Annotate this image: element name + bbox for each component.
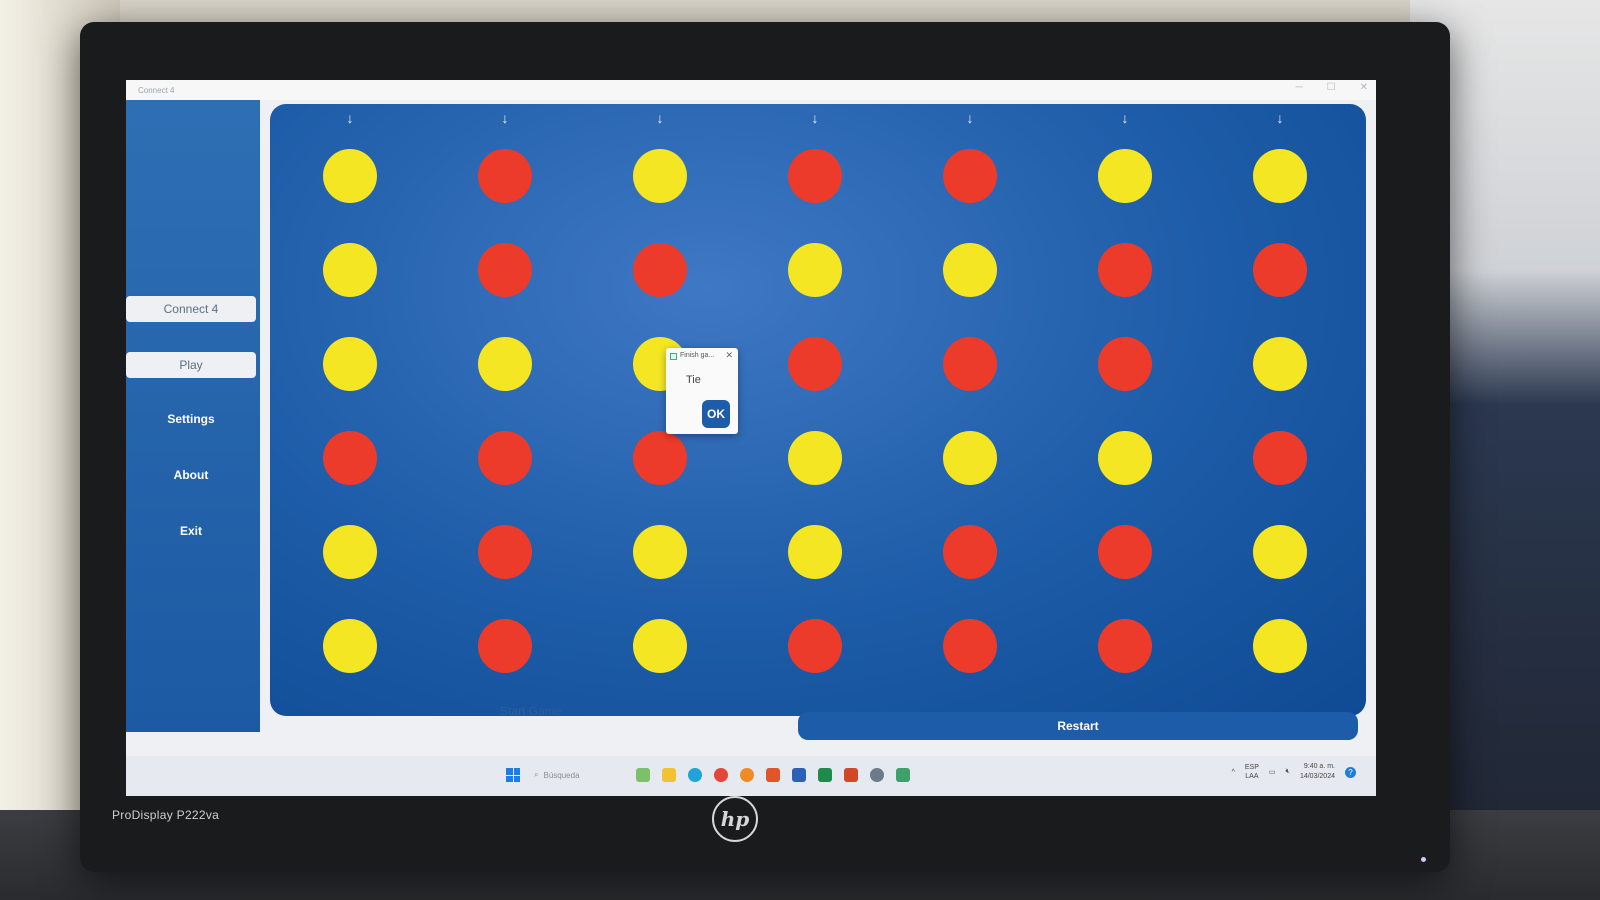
yellow-disc (323, 619, 377, 673)
red-disc (788, 619, 842, 673)
yellow-disc (788, 431, 842, 485)
windows-start-icon[interactable] (506, 768, 520, 782)
monitor-model-label: ProDisplay P222va (112, 808, 220, 822)
red-disc (1253, 243, 1307, 297)
yellow-disc (633, 149, 687, 203)
monitor: Connect 4 ─ ☐ ✕ Connect 4 Play Settings … (80, 22, 1450, 872)
window-title: Connect 4 (138, 85, 175, 95)
column-drop-arrow[interactable]: ↓ (347, 110, 354, 126)
powerpoint-icon[interactable] (844, 768, 858, 782)
window-titlebar: Connect 4 ─ ☐ ✕ (126, 80, 1376, 100)
column-drop-arrow[interactable]: ↓ (502, 110, 509, 126)
sidebar: Connect 4 Play Settings About Exit (126, 100, 260, 732)
sidebar-item-exit[interactable]: Exit (126, 518, 256, 544)
red-disc (323, 431, 377, 485)
red-disc (478, 525, 532, 579)
yellow-disc (1253, 337, 1307, 391)
yellow-disc (323, 525, 377, 579)
yellow-disc (788, 243, 842, 297)
network-icon[interactable]: ▭ (1269, 768, 1276, 776)
file-explorer-icon[interactable] (662, 768, 676, 782)
red-disc (633, 431, 687, 485)
red-disc (1098, 243, 1152, 297)
volume-muted-icon[interactable]: 🔇︎ (1286, 768, 1290, 776)
red-disc (1098, 619, 1152, 673)
restart-button[interactable]: Restart (798, 712, 1358, 740)
yellow-disc (478, 337, 532, 391)
red-disc (943, 337, 997, 391)
yellow-disc (1098, 149, 1152, 203)
widgets-icon[interactable] (636, 768, 650, 782)
red-disc (943, 149, 997, 203)
sidebar-item-about[interactable]: About (126, 462, 256, 488)
sidebar-item-settings[interactable]: Settings (126, 406, 256, 432)
clock[interactable]: 9:40 a. m. 14/03/2024 (1300, 762, 1335, 782)
red-disc (478, 149, 532, 203)
red-disc (1098, 525, 1152, 579)
chevron-up-icon[interactable]: ^ (1232, 769, 1235, 776)
settings-gear-icon[interactable] (870, 768, 884, 782)
finish-game-dialog: Finish ga... ✕ Tie OK (666, 348, 738, 434)
yellow-disc (943, 431, 997, 485)
red-disc (478, 619, 532, 673)
yellow-disc (788, 525, 842, 579)
edge-icon[interactable] (688, 768, 702, 782)
close-icon[interactable]: ✕ (1360, 82, 1368, 93)
system-tray: ^ ESP LAA ▭ 🔇︎ 9:40 a. m. 14/03/2024 ? (1232, 762, 1356, 782)
yellow-disc (1098, 431, 1152, 485)
search-icon: ⌕ (534, 770, 539, 779)
help-icon[interactable]: ? (1345, 766, 1356, 778)
word-icon[interactable] (792, 768, 806, 782)
column-drop-arrow[interactable]: ↓ (1122, 110, 1129, 126)
yellow-disc (1253, 149, 1307, 203)
excel-icon[interactable] (818, 768, 832, 782)
firefox-icon[interactable] (740, 768, 754, 782)
taskbar-search[interactable]: ⌕ Búsqueda (534, 766, 630, 784)
yellow-disc (943, 243, 997, 297)
chrome-icon[interactable] (714, 768, 728, 782)
maximize-icon[interactable]: ☐ (1327, 82, 1336, 93)
language-indicator[interactable]: ESP LAA (1245, 763, 1259, 781)
dialog-close-icon[interactable]: ✕ (725, 350, 733, 361)
search-placeholder: Búsqueda (543, 770, 580, 780)
app-icon (670, 353, 677, 360)
sidebar-item-play[interactable]: Play (126, 352, 256, 378)
yellow-disc (323, 337, 377, 391)
red-disc (478, 431, 532, 485)
red-disc (943, 525, 997, 579)
red-disc (478, 243, 532, 297)
game-board: ↓ ↓ ↓ ↓ ↓ ↓ ↓ (270, 104, 1366, 716)
connect4-app-icon[interactable] (896, 768, 910, 782)
red-disc (1098, 337, 1152, 391)
power-led (1421, 857, 1426, 862)
column-drop-arrow[interactable]: ↓ (657, 110, 664, 126)
window-controls: ─ ☐ ✕ (1296, 82, 1368, 93)
yellow-disc (633, 619, 687, 673)
sidebar-item-connect4[interactable]: Connect 4 (126, 296, 256, 322)
column-drop-arrow[interactable]: ↓ (1277, 110, 1284, 126)
red-disc (943, 619, 997, 673)
hp-logo: hp (712, 796, 758, 842)
taskbar: ⌕ Búsqueda ^ ESP LAA ▭ 🔇︎ 9:40 a. m. 14/… (126, 756, 1376, 796)
dialog-message: Tie (686, 374, 701, 386)
column-drop-arrow[interactable]: ↓ (967, 110, 974, 126)
minimize-icon[interactable]: ─ (1296, 82, 1303, 93)
screen: Connect 4 ─ ☐ ✕ Connect 4 Play Settings … (126, 80, 1376, 796)
yellow-disc (1253, 525, 1307, 579)
yellow-disc (1253, 619, 1307, 673)
red-disc (788, 149, 842, 203)
red-disc (1253, 431, 1307, 485)
ok-button[interactable]: OK (702, 400, 730, 428)
yellow-disc (323, 149, 377, 203)
start-game-button[interactable]: Start Game (500, 704, 561, 718)
red-disc (788, 337, 842, 391)
yellow-disc (633, 525, 687, 579)
brave-icon[interactable] (766, 768, 780, 782)
yellow-disc (323, 243, 377, 297)
red-disc (633, 243, 687, 297)
column-drop-arrow[interactable]: ↓ (812, 110, 819, 126)
dialog-title: Finish ga... (680, 352, 715, 359)
